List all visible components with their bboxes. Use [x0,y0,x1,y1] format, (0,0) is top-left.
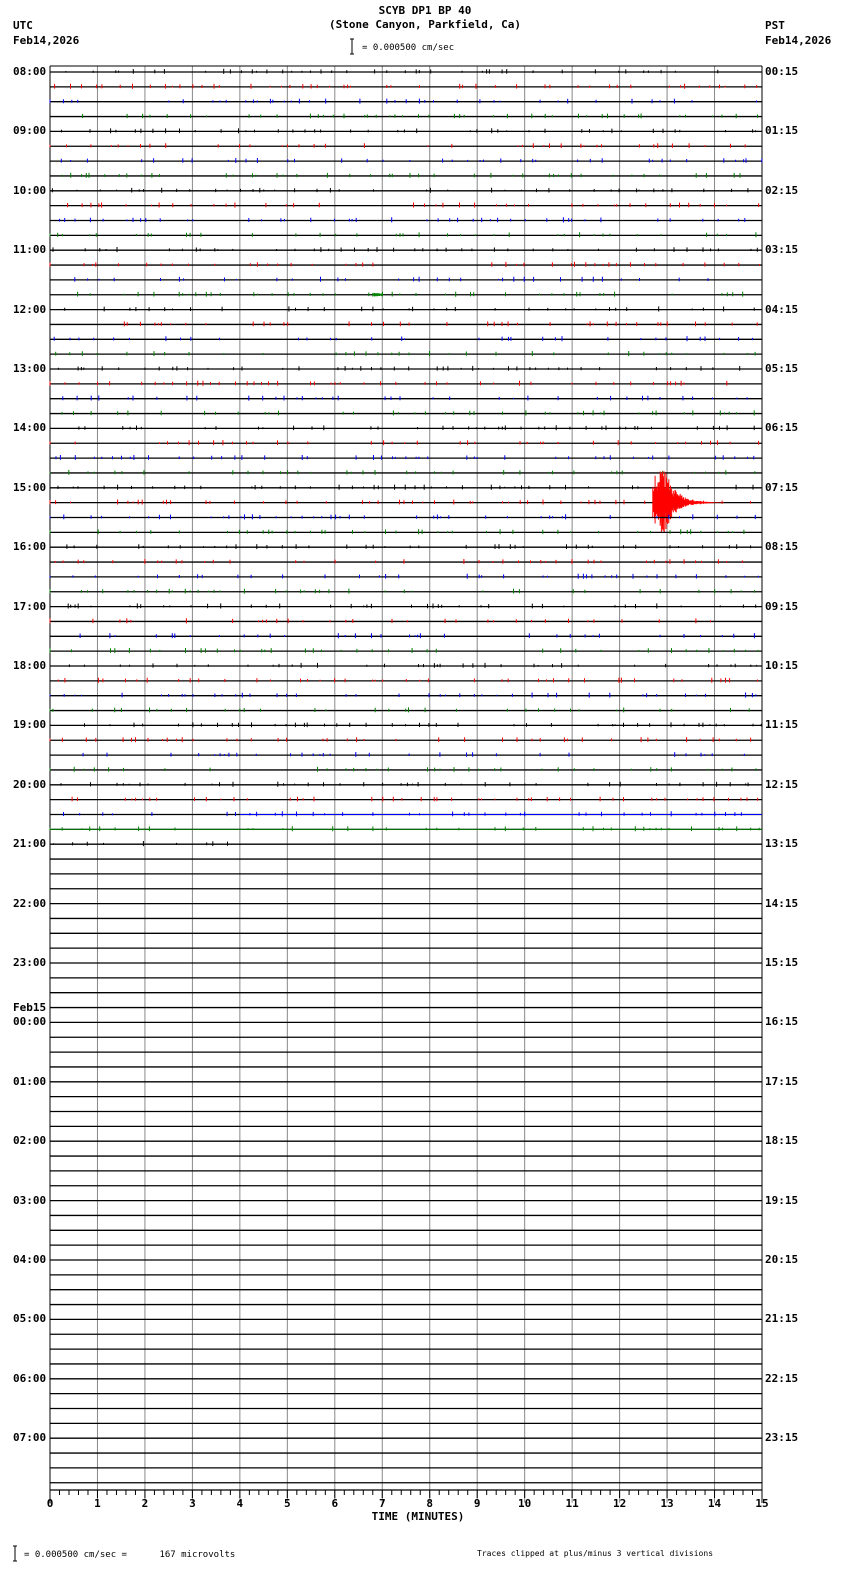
seismic-trace [62,395,748,401]
pst-hour-label: 10:15 [765,659,799,672]
pst-hour-label: 01:15 [765,124,799,138]
pst-hour-label: 12:15 [765,777,799,791]
x-tick-label: 8 [426,1497,434,1510]
x-tick-label: 7 [378,1497,386,1510]
x-tick-label: 1 [94,1497,101,1510]
utc-hour-label: 17:00 [13,599,47,613]
pst-hour-label: 13:15 [765,837,799,851]
x-tick-label: 15 [755,1497,769,1510]
utc-hour-label: 03:00 [13,1193,47,1207]
pst-hour-label: 20:15 [765,1253,799,1266]
pst-hour-label: 03:15 [765,243,799,257]
x-tick-label: 4 [236,1497,244,1510]
utc-hour-label: 23:00 [13,956,47,969]
x-tick-label: 5 [284,1497,291,1510]
x-tick-label: 13 [660,1497,674,1510]
date-change-label: Feb15 [13,1001,47,1015]
x-tick-label: 12 [612,1497,627,1510]
pst-hour-label: 11:15 [765,718,799,732]
utc-hour-label: 14:00 [13,421,47,435]
utc-hour-label: 08:00 [13,65,47,78]
x-tick-label: 2 [141,1497,149,1510]
utc-hour-label: 18:00 [13,659,47,672]
utc-hour-label: 13:00 [13,362,47,375]
utc-hour-label: 00:00 [13,1015,47,1029]
utc-hour-label: 16:00 [13,540,47,554]
utc-hour-label: 20:00 [13,777,47,791]
pst-hour-label: 05:15 [765,362,799,375]
pst-hour-label: 17:15 [765,1074,799,1088]
utc-hour-label: 01:00 [13,1074,47,1088]
pst-hour-label: 15:15 [765,956,799,969]
pst-hour-label: 00:15 [765,65,799,78]
utc-hour-label: 12:00 [13,302,47,316]
utc-hour-label: 11:00 [13,243,47,257]
pst-hour-label: 18:15 [765,1134,799,1148]
pst-hour-label: 07:15 [765,480,799,494]
pst-hour-label: 06:15 [765,421,799,435]
x-tick-label: 14 [707,1497,722,1510]
x-tick-label: 6 [331,1497,339,1510]
helicorder-plot [13,38,763,1562]
pst-hour-label: 09:15 [765,599,799,613]
pst-hour-label: 04:15 [765,302,799,316]
utc-hour-label: 02:00 [13,1134,47,1148]
pst-hour-label: 19:15 [765,1193,799,1207]
pst-hour-label: 02:15 [765,183,799,197]
pst-hour-label: 16:15 [765,1015,799,1029]
utc-hour-label: 22:00 [13,896,47,910]
seismic-trace [49,232,757,238]
x-tick-label: 3 [189,1497,196,1510]
pst-hour-label: 21:15 [765,1312,799,1326]
utc-hour-label: 19:00 [13,718,47,732]
pst-hour-label: 22:15 [765,1371,799,1385]
x-tick-label: 11 [565,1497,579,1510]
pst-hour-label: 14:15 [765,896,799,910]
utc-hour-label: 06:00 [13,1371,47,1385]
utc-hour-label: 10:00 [13,183,47,197]
x-tick-label: 9 [473,1497,481,1510]
utc-hour-label: 04:00 [13,1253,47,1266]
utc-hour-label: 07:00 [13,1431,47,1445]
pst-hour-label: 23:15 [765,1431,799,1445]
utc-hour-label: 05:00 [13,1312,47,1326]
utc-hour-label: 15:00 [13,480,47,494]
utc-hour-label: 09:00 [13,124,47,138]
pst-hour-label: 08:15 [765,540,799,554]
x-tick-label: 0 [46,1497,54,1510]
utc-hour-label: 21:00 [13,837,47,851]
x-tick-label: 10 [518,1497,532,1510]
